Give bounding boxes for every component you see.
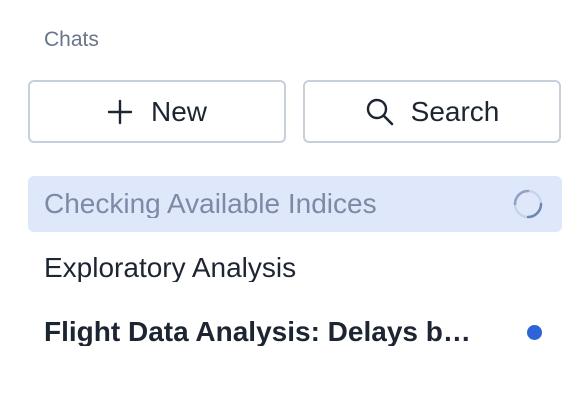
search-chats-button[interactable]: Search — [303, 80, 561, 143]
chat-item-label: Exploratory Analysis — [44, 254, 297, 282]
chat-item-label: Flight Data Analysis: Delays by ... — [44, 318, 484, 346]
chat-item-label: Checking Available Indices — [44, 190, 377, 218]
plus-icon — [107, 99, 133, 125]
section-title: Chats — [44, 28, 99, 51]
chat-item-checking-available-indices[interactable]: Checking Available Indices — [28, 176, 562, 232]
search-icon — [365, 97, 395, 127]
new-chat-button[interactable]: New — [28, 80, 286, 143]
chats-panel: Chats New Search Checking Available Indi… — [0, 0, 582, 404]
search-chats-label: Search — [410, 95, 500, 127]
chat-item-exploratory-analysis[interactable]: Exploratory Analysis — [28, 240, 562, 296]
chat-item-flight-data-analysis[interactable]: Flight Data Analysis: Delays by ... — [28, 304, 562, 360]
new-chat-label: New — [150, 95, 207, 127]
spinner-icon — [512, 188, 544, 220]
unread-dot-icon — [527, 324, 542, 340]
